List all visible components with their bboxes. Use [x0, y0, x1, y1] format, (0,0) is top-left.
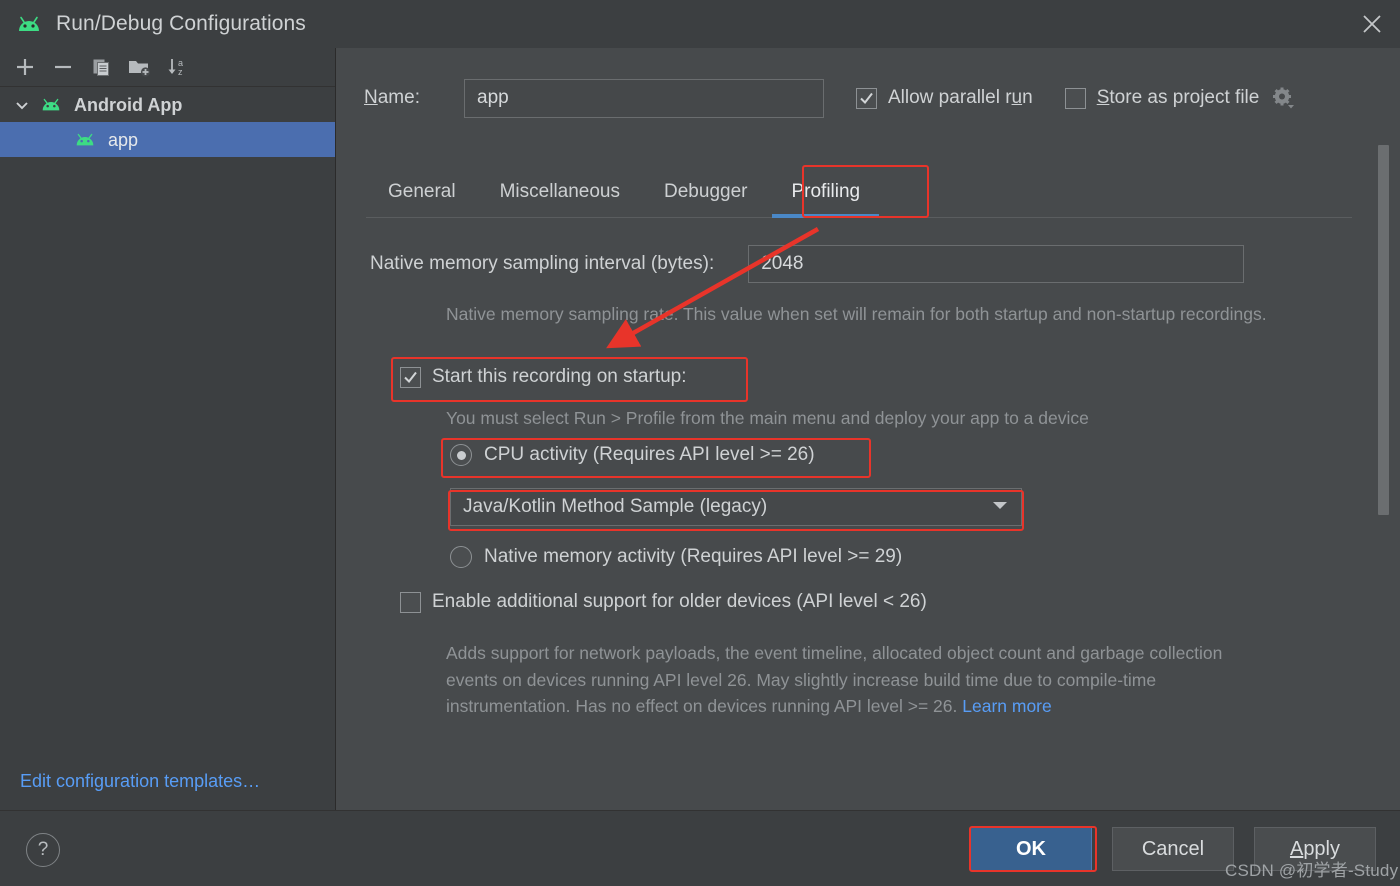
- radio-dot: [456, 450, 466, 460]
- store-as-project-file-option: Store as project file: [1064, 84, 1298, 112]
- tree-group-label: Android App: [74, 94, 183, 115]
- tab-general[interactable]: General: [366, 181, 478, 217]
- name-label: Name:: [364, 87, 464, 109]
- store-as-project-file-label[interactable]: Store as project file: [1097, 87, 1260, 109]
- tab-profiling[interactable]: Profiling: [769, 181, 882, 218]
- dialog-footer: ? OK Cancel Apply: [0, 810, 1400, 886]
- start-on-startup-hint: You must select Run > Profile from the m…: [446, 408, 1089, 428]
- android-icon: [14, 11, 44, 37]
- cpu-activity-radio[interactable]: [450, 444, 472, 466]
- configurations-sidebar: a z Android App app Edit configuration t…: [0, 48, 336, 810]
- sidebar-item-app[interactable]: app: [0, 122, 335, 157]
- tab-bar: General Miscellaneous Debugger Profiling: [366, 164, 1352, 218]
- cancel-button[interactable]: Cancel: [1112, 827, 1234, 871]
- edit-configuration-templates-link[interactable]: Edit configuration templates…: [20, 771, 260, 792]
- ok-button[interactable]: OK: [970, 827, 1092, 871]
- sidebar-item-label: app: [108, 129, 139, 150]
- chevron-down-icon: [991, 498, 1009, 516]
- close-icon[interactable]: [1344, 0, 1400, 48]
- folder-add-icon[interactable]: [120, 50, 158, 84]
- older-devices-description: Adds support for network payloads, the e…: [446, 640, 1276, 720]
- cpu-recording-type-value: Java/Kotlin Method Sample (legacy): [463, 496, 768, 517]
- allow-parallel-run-option: Allow parallel run: [856, 87, 1033, 109]
- start-on-startup-label[interactable]: Start this recording on startup:: [432, 366, 687, 388]
- scrollbar-thumb[interactable]: [1378, 145, 1389, 515]
- store-as-project-file-checkbox[interactable]: [1064, 87, 1086, 109]
- sort-az-icon[interactable]: a z: [158, 50, 196, 84]
- store-as-project-file-mnemonic: S: [1096, 87, 1110, 108]
- help-button[interactable]: ?: [26, 833, 60, 867]
- sampling-interval-input[interactable]: [748, 245, 1245, 283]
- sampling-interval-hint: Native memory sampling rate. This value …: [446, 304, 1267, 324]
- name-label-mnemonic: N: [364, 87, 378, 108]
- older-devices-row: Enable additional support for older devi…: [400, 591, 927, 613]
- native-memory-activity-label[interactable]: Native memory activity (Requires API lev…: [484, 546, 902, 568]
- allow-parallel-run-label-b: n: [1022, 87, 1033, 108]
- tab-miscellaneous[interactable]: Miscellaneous: [478, 181, 642, 217]
- start-on-startup-checkbox[interactable]: [400, 366, 421, 388]
- allow-parallel-run-mnemonic: u: [1011, 87, 1023, 108]
- svg-text:z: z: [178, 67, 183, 77]
- tree-group-android-app[interactable]: Android App: [0, 87, 335, 122]
- start-on-startup-row: Start this recording on startup:: [400, 366, 687, 388]
- cpu-activity-label[interactable]: CPU activity (Requires API level >= 26): [484, 444, 815, 466]
- copy-button[interactable]: [82, 50, 120, 84]
- native-memory-activity-row: Native memory activity (Requires API lev…: [450, 546, 902, 568]
- title-bar: Run/Debug Configurations: [0, 0, 1400, 48]
- allow-parallel-run-label[interactable]: Allow parallel run: [888, 87, 1033, 109]
- name-input[interactable]: [464, 78, 824, 118]
- allow-parallel-run-checkbox[interactable]: [856, 87, 877, 109]
- native-memory-activity-radio[interactable]: [450, 546, 472, 568]
- page-title: Run/Debug Configurations: [56, 12, 306, 35]
- apply-button-rest: pply: [1303, 837, 1341, 860]
- configuration-panel: Name: Allow parallel run Store as projec…: [336, 48, 1400, 810]
- android-icon: [72, 130, 98, 150]
- apply-button[interactable]: Apply: [1254, 827, 1376, 871]
- name-label-rest: ame:: [377, 87, 420, 108]
- remove-button[interactable]: [44, 50, 82, 84]
- cpu-activity-row: CPU activity (Requires API level >= 26): [450, 444, 815, 466]
- sampling-interval-row: Native memory sampling interval (bytes):: [370, 245, 1350, 283]
- gear-dropdown-icon[interactable]: [1269, 84, 1297, 112]
- configurations-tree: Android App app: [0, 87, 335, 157]
- allow-parallel-run-label-a: Allow parallel r: [888, 87, 1012, 108]
- add-button[interactable]: [6, 50, 44, 84]
- run-debug-configurations-dialog: Run/Debug Configurations a z Android App…: [0, 0, 1400, 886]
- cpu-recording-type-select[interactable]: Java/Kotlin Method Sample (legacy): [450, 488, 1022, 526]
- store-as-project-file-label-rest: tore as project file: [1109, 87, 1260, 108]
- sampling-interval-label: Native memory sampling interval (bytes):: [370, 253, 715, 274]
- tab-debugger[interactable]: Debugger: [642, 181, 769, 217]
- learn-more-link[interactable]: Learn more: [962, 696, 1052, 716]
- name-row: Name: Allow parallel run Store as projec…: [364, 78, 1374, 118]
- chevron-down-icon: [10, 93, 34, 117]
- older-devices-label[interactable]: Enable additional support for older devi…: [432, 591, 927, 613]
- older-devices-checkbox[interactable]: [400, 591, 421, 613]
- android-icon: [38, 95, 64, 115]
- older-devices-description-text: Adds support for network payloads, the e…: [446, 643, 1223, 717]
- sidebar-toolbar: a z: [0, 48, 335, 87]
- apply-button-mnemonic: A: [1289, 837, 1304, 860]
